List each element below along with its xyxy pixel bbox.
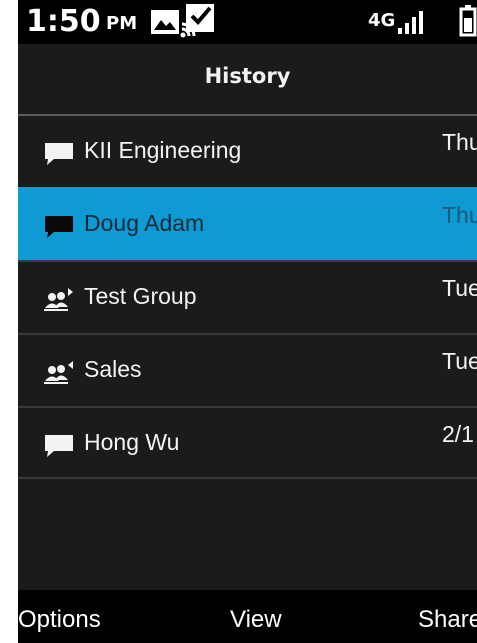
history-item-name: Doug Adam	[84, 210, 205, 236]
page-title: History	[204, 64, 291, 88]
history-list: KII Engineering Thu Doug Adam Thu Test G…	[18, 114, 477, 479]
history-item-date: 2/1	[442, 421, 474, 447]
signal-bars-icon	[398, 11, 423, 34]
history-item-hong-wu[interactable]: Hong Wu 2/1	[18, 406, 477, 479]
status-bar: 1:50 PM 4G	[18, 0, 477, 44]
history-item-date: Thu	[442, 202, 477, 228]
network-4g-icon: 4G	[368, 10, 395, 31]
history-item-date: Tue	[442, 348, 477, 374]
svg-text:4G: 4G	[368, 10, 395, 31]
history-item-name: KII Engineering	[84, 137, 242, 163]
status-time: 1:50	[26, 4, 101, 39]
cast-check-icon	[180, 4, 214, 38]
history-item-name: Test Group	[84, 283, 197, 309]
view-softkey[interactable]: View	[230, 606, 282, 634]
phone-screen: 1:50 PM 4G History KII Engineering Thu D…	[18, 0, 477, 643]
softkey-bar: Options View Share	[18, 590, 477, 643]
history-item-name: Hong Wu	[84, 429, 180, 455]
title-bar: History	[18, 44, 477, 114]
share-softkey[interactable]: Share	[418, 606, 477, 634]
history-item-sales[interactable]: Sales Tue	[18, 333, 477, 406]
chat-bubble-icon	[45, 216, 73, 238]
history-item-date: Thu	[442, 129, 477, 155]
history-item-doug-adam[interactable]: Doug Adam Thu	[18, 187, 477, 260]
history-item-test-group[interactable]: Test Group Tue	[18, 260, 477, 333]
history-item-kii-engineering[interactable]: KII Engineering Thu	[18, 114, 477, 187]
history-item-date: Tue	[442, 275, 477, 301]
chat-bubble-icon	[45, 435, 73, 457]
status-ampm: PM	[106, 13, 138, 34]
group-icon	[44, 288, 73, 311]
chat-bubble-icon	[45, 143, 73, 165]
image-notification-icon	[151, 10, 179, 34]
history-item-name: Sales	[84, 356, 142, 382]
battery-icon	[459, 5, 477, 37]
options-softkey[interactable]: Options	[18, 606, 101, 634]
group-icon	[44, 361, 73, 384]
